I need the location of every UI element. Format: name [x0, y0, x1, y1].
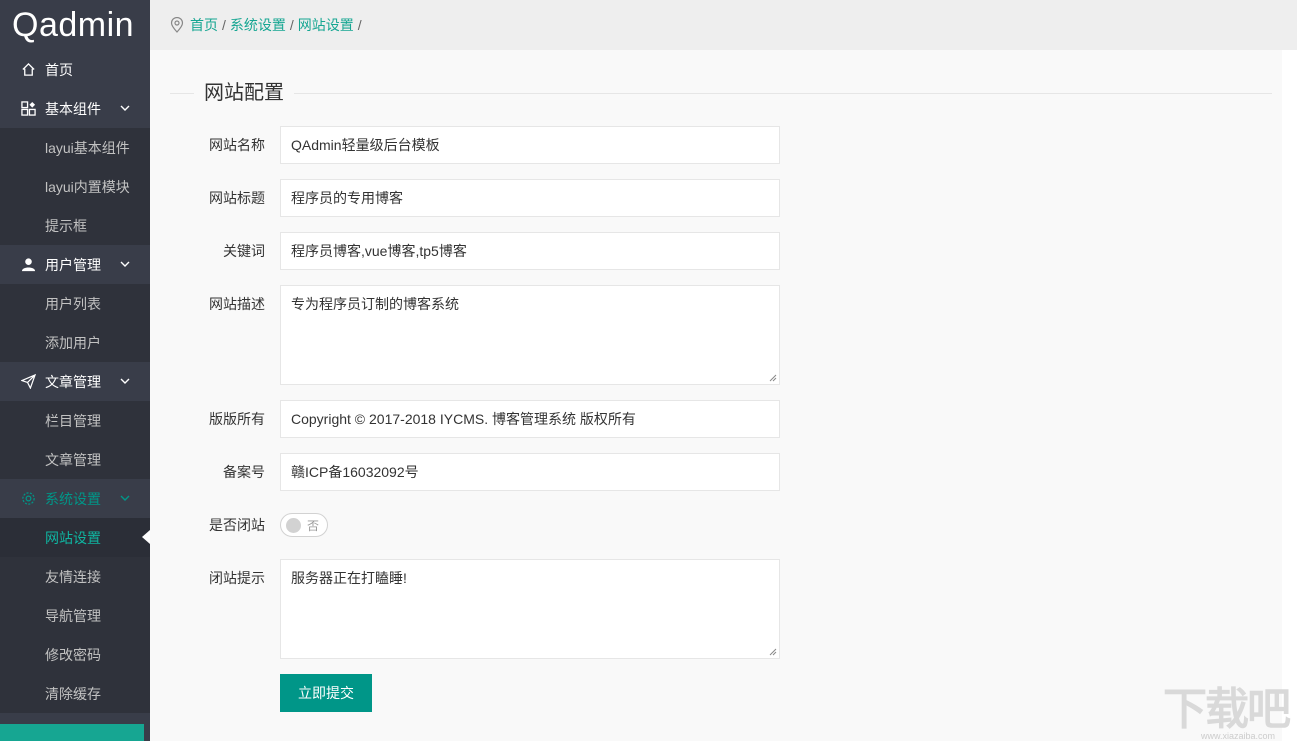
icp-input[interactable]: 赣ICP备16032092号: [280, 453, 780, 491]
keywords-label: 关键词: [150, 232, 280, 270]
icp-label: 备案号: [150, 453, 280, 491]
close-site-toggle[interactable]: 否: [280, 513, 328, 537]
sidebar-item-label: 添加用户: [45, 333, 101, 353]
chevron-down-icon: [120, 376, 130, 386]
header-bar: 首页 / 系统设置 / 网站设置 /: [150, 0, 1297, 50]
sidebar-item-articles[interactable]: 文章管理: [0, 362, 150, 401]
sidebar-item-user-list[interactable]: 用户列表: [0, 284, 150, 323]
sidebar-item-label: 首页: [45, 60, 73, 80]
sidebar-item-friend-links[interactable]: 友情连接: [0, 557, 150, 596]
sidebar-item-columns[interactable]: 栏目管理: [0, 401, 150, 440]
sidebar-item-label: 提示框: [45, 216, 87, 236]
close-tip-textarea[interactable]: 服务器正在打瞌睡!: [280, 559, 780, 659]
sidebar-item-label: 清除缓存: [45, 684, 101, 704]
keywords-input[interactable]: 程序员博客,vue博客,tp5博客: [280, 232, 780, 270]
sidebar-item-home[interactable]: 首页: [0, 50, 150, 89]
breadcrumb-separator: /: [358, 17, 362, 33]
breadcrumb-settings-link[interactable]: 系统设置: [230, 15, 286, 35]
gear-icon: [20, 491, 36, 507]
submit-button[interactable]: 立即提交: [280, 674, 372, 712]
breadcrumb-separator: /: [222, 17, 226, 33]
sidebar-item-site-settings[interactable]: 网站设置: [0, 518, 150, 557]
sidebar-item-article-manage[interactable]: 文章管理: [0, 440, 150, 479]
form-row-icp: 备案号 赣ICP备16032092号: [150, 453, 780, 491]
site-title-input[interactable]: 程序员的专用博客: [280, 179, 780, 217]
toggle-knob: [286, 518, 301, 533]
sidebar-item-label: layui内置模块: [45, 177, 130, 197]
description-textarea[interactable]: 专为程序员订制的博客系统: [280, 285, 780, 385]
fieldset-divider: [170, 93, 1272, 94]
form-row-close-site: 是否闭站 否: [150, 506, 328, 544]
sidebar-item-add-user[interactable]: 添加用户: [0, 323, 150, 362]
sidebar-nav: 首页 基本组件 layui基本组件 layui内置模块 提示框 用户管理 用户列…: [0, 50, 150, 713]
site-name-input[interactable]: QAdmin轻量级后台模板: [280, 126, 780, 164]
site-title-label: 网站标题: [150, 179, 280, 217]
user-icon: [20, 257, 36, 273]
watermark-url: www.xiazaiba.com: [1201, 731, 1275, 741]
breadcrumb-home-link[interactable]: 首页: [190, 15, 218, 35]
fieldset-legend: 网站配置: [194, 80, 294, 106]
sidebar-item-label: layui基本组件: [45, 138, 130, 158]
form-row-site-title: 网站标题 程序员的专用博客: [150, 179, 780, 217]
close-tip-text: 服务器正在打瞌睡!: [291, 570, 407, 586]
sidebar-item-label: 系统设置: [45, 489, 101, 509]
sidebar-item-users[interactable]: 用户管理: [0, 245, 150, 284]
sidebar-item-label: 导航管理: [45, 606, 101, 626]
sidebar-item-components[interactable]: 基本组件: [0, 89, 150, 128]
breadcrumb-separator: /: [290, 17, 294, 33]
location-pin-icon: [170, 17, 184, 33]
sidebar-item-label: 基本组件: [45, 99, 101, 119]
copyright-label: 版版所有: [150, 400, 280, 438]
chevron-down-icon: [120, 259, 130, 269]
sidebar: Qadmin 首页 基本组件 layui基本组件 layui内置模块 提示框: [0, 0, 150, 741]
sidebar-item-change-password[interactable]: 修改密码: [0, 635, 150, 674]
sidebar-item-label: 文章管理: [45, 372, 101, 392]
chevron-down-icon: [120, 103, 130, 113]
sidebar-item-layui-modules[interactable]: layui内置模块: [0, 167, 150, 206]
close-tip-label: 闭站提示: [150, 559, 280, 659]
home-icon: [20, 62, 36, 78]
site-name-label: 网站名称: [150, 126, 280, 164]
watermark-logo: 下载吧: [1163, 673, 1289, 737]
description-text: 专为程序员订制的博客系统: [291, 296, 459, 312]
app-logo: Qadmin: [0, 0, 150, 50]
form-row-keywords: 关键词 程序员博客,vue博客,tp5博客: [150, 232, 780, 270]
main-content: 网站配置 网站名称 QAdmin轻量级后台模板 网站标题 程序员的专用博客 关键…: [150, 50, 1282, 741]
sidebar-item-clear-cache[interactable]: 清除缓存: [0, 674, 150, 713]
scrollbar[interactable]: [1282, 50, 1297, 741]
sidebar-item-navigation[interactable]: 导航管理: [0, 596, 150, 635]
chevron-down-icon: [120, 493, 130, 503]
components-icon: [20, 101, 36, 117]
breadcrumb-site-settings-link[interactable]: 网站设置: [298, 15, 354, 35]
sidebar-bottom-bar[interactable]: [0, 724, 144, 741]
sidebar-item-label: 用户列表: [45, 294, 101, 314]
sidebar-item-label: 栏目管理: [45, 411, 101, 431]
copyright-input[interactable]: Copyright © 2017-2018 IYCMS. 博客管理系统 版权所有: [280, 400, 780, 438]
sidebar-item-label: 用户管理: [45, 255, 101, 275]
paper-plane-icon: [20, 374, 36, 390]
sidebar-item-label: 文章管理: [45, 450, 101, 470]
resize-handle-icon[interactable]: [769, 648, 777, 656]
sidebar-item-label: 友情连接: [45, 567, 101, 587]
toggle-text: 否: [307, 517, 319, 534]
sidebar-item-settings[interactable]: 系统设置: [0, 479, 150, 518]
sidebar-item-tooltip[interactable]: 提示框: [0, 206, 150, 245]
close-site-label: 是否闭站: [150, 506, 280, 544]
sidebar-item-label: 修改密码: [45, 645, 101, 665]
sidebar-item-label: 网站设置: [45, 528, 101, 548]
breadcrumb: 首页 / 系统设置 / 网站设置 /: [190, 15, 366, 35]
resize-handle-icon[interactable]: [769, 374, 777, 382]
form-row-copyright: 版版所有 Copyright © 2017-2018 IYCMS. 博客管理系统…: [150, 400, 780, 438]
sidebar-item-layui-components[interactable]: layui基本组件: [0, 128, 150, 167]
form-row-site-name: 网站名称 QAdmin轻量级后台模板: [150, 126, 780, 164]
form-row-close-tip: 闭站提示 服务器正在打瞌睡!: [150, 559, 780, 659]
form-row-description: 网站描述 专为程序员订制的博客系统: [150, 285, 780, 385]
description-label: 网站描述: [150, 285, 280, 385]
